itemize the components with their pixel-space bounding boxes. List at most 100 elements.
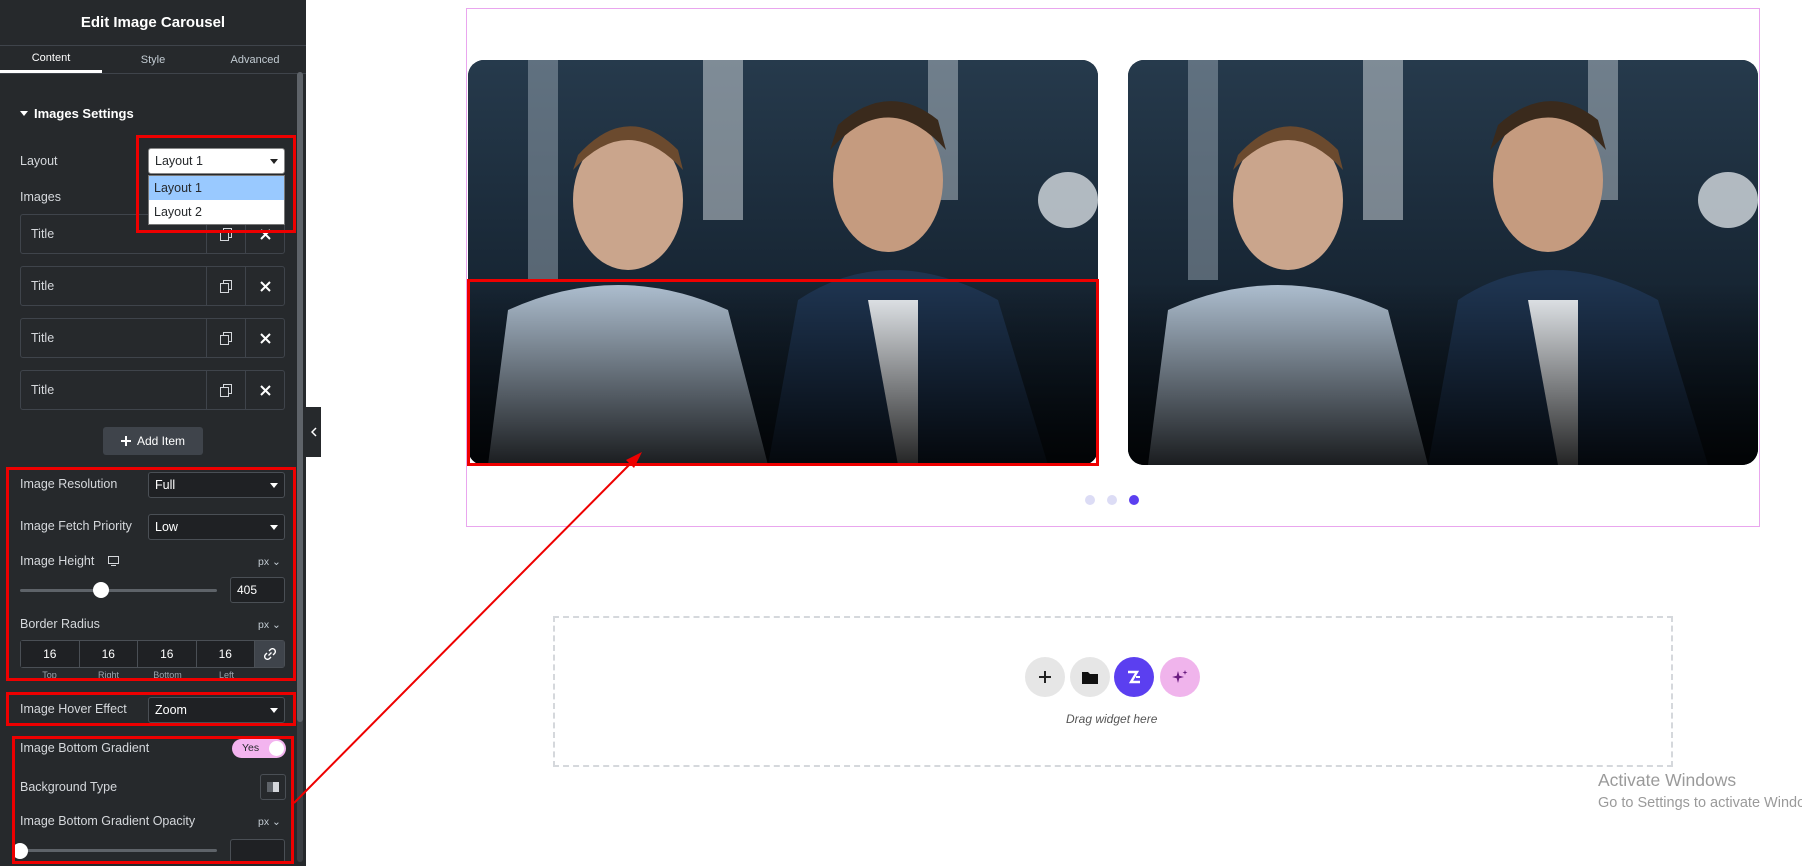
background-type-label: Background Type <box>20 780 118 794</box>
radius-side-label: Left <box>218 670 234 680</box>
repeater-item-title[interactable]: Title <box>21 371 206 409</box>
section-title: Images Settings <box>34 106 134 121</box>
addon-library-button[interactable] <box>1114 657 1154 697</box>
radius-right-input[interactable]: 16 <box>79 641 138 667</box>
radius-side-label: Top <box>42 670 57 680</box>
layout-select-value: Layout 1 <box>155 154 203 168</box>
carousel-pagination <box>1085 495 1139 505</box>
repeater-item-title[interactable]: Title <box>21 319 206 357</box>
plus-icon <box>1039 671 1051 683</box>
pagination-dot-active[interactable] <box>1129 495 1139 505</box>
chevron-left-icon <box>310 427 317 437</box>
repeater-item-title[interactable]: Title <box>21 267 206 305</box>
opacity-slider-handle[interactable] <box>12 843 28 859</box>
radius-unit: px <box>258 619 270 631</box>
opacity-unit: px <box>258 816 270 828</box>
close-icon[interactable] <box>245 319 284 357</box>
bottom-gradient-label: Image Bottom Gradient <box>20 741 150 755</box>
radius-left-input[interactable]: 16 <box>196 641 255 667</box>
add-section-button[interactable] <box>1025 657 1065 697</box>
tab-advanced[interactable]: Advanced <box>204 46 306 73</box>
section-images-settings[interactable]: Images Settings <box>20 106 134 121</box>
fetch-priority-select[interactable]: Low <box>148 514 285 540</box>
fetch-priority-label: Image Fetch Priority <box>20 519 132 533</box>
resolution-select[interactable]: Full <box>148 472 285 498</box>
scrollbar-thumb[interactable] <box>297 72 303 722</box>
duplicate-icon[interactable] <box>206 371 245 409</box>
fetch-priority-value: Low <box>155 520 178 534</box>
close-icon[interactable] <box>245 267 284 305</box>
opacity-slider[interactable] <box>20 849 217 852</box>
layout-option-1[interactable]: Layout 1 <box>149 176 284 200</box>
opacity-unit-selector[interactable]: px ⌄ <box>258 816 281 828</box>
panel-title: Edit Image Carousel <box>0 0 306 46</box>
toggle-knob <box>269 741 284 756</box>
caret-down-icon <box>20 111 28 116</box>
gradient-type-icon[interactable] <box>260 774 286 800</box>
carousel-slide[interactable] <box>1128 60 1758 465</box>
resolution-value: Full <box>155 478 176 492</box>
hover-effect-label: Image Hover Effect <box>20 702 127 716</box>
editor-panel: Edit Image Carousel Content Style Advanc… <box>0 0 306 866</box>
layout-dropdown: Layout 1 Layout 2 <box>148 175 285 225</box>
height-slider[interactable] <box>20 589 217 592</box>
add-template-button[interactable] <box>1070 657 1110 697</box>
height-unit: px <box>258 556 270 568</box>
ai-assistant-button[interactable] <box>1160 657 1200 697</box>
add-item-label: Add Item <box>136 434 186 448</box>
radius-side-labels: Top Right Bottom Left <box>20 670 256 680</box>
hover-effect-value: Zoom <box>155 703 187 717</box>
height-unit-selector[interactable]: px ⌄ <box>258 556 281 568</box>
hover-effect-select[interactable]: Zoom <box>148 697 285 723</box>
duplicate-icon[interactable] <box>206 319 245 357</box>
plus-icon <box>120 436 131 446</box>
repeater-item: Title <box>20 266 285 306</box>
editor-root: Edit Image Carousel Content Style Advanc… <box>0 0 1802 866</box>
radius-bottom-input[interactable]: 16 <box>138 641 197 667</box>
height-slider-handle[interactable] <box>92 582 109 598</box>
watermark-subtitle: Go to Settings to activate Windows. <box>1598 795 1802 811</box>
panel-tabs: Content Style Advanced <box>0 46 306 74</box>
watermark-title: Activate Windows <box>1598 770 1737 790</box>
images-label: Images <box>20 190 61 204</box>
duplicate-icon[interactable] <box>206 267 245 305</box>
height-input[interactable]: 405 <box>230 577 285 603</box>
layout-label: Layout <box>20 154 58 168</box>
radius-side-label: Bottom <box>153 670 182 680</box>
image-height-label: Image Height <box>20 554 95 568</box>
opacity-input[interactable] <box>230 839 285 863</box>
chevron-down-icon <box>270 159 278 164</box>
drop-zone-text: Drag widget here <box>1066 712 1158 726</box>
add-item-button[interactable]: Add Item <box>103 427 203 455</box>
resolution-label: Image Resolution <box>20 477 118 491</box>
tab-style[interactable]: Style <box>102 46 204 73</box>
slide-image <box>468 60 1098 465</box>
layout-select[interactable]: Layout 1 <box>148 148 285 174</box>
radius-top-input[interactable]: 16 <box>21 641 80 667</box>
tab-content[interactable]: Content <box>0 46 102 73</box>
addon-logo-icon <box>1128 670 1140 684</box>
panel-scrollbar[interactable] <box>297 72 303 862</box>
sparkle-icon <box>1172 670 1188 683</box>
chevron-down-icon <box>270 483 278 488</box>
chevron-down-icon <box>270 708 278 713</box>
collapse-panel-button[interactable] <box>306 407 321 457</box>
desktop-icon[interactable] <box>108 556 120 566</box>
radius-unit-selector[interactable]: px ⌄ <box>258 619 281 631</box>
image-height-row: Image Height <box>20 554 120 568</box>
border-radius-inputs: 16 16 16 16 <box>20 640 285 668</box>
repeater-item: Title <box>20 318 285 358</box>
pagination-dot[interactable] <box>1107 495 1117 505</box>
drop-zone[interactable] <box>553 616 1673 767</box>
carousel-slide[interactable] <box>468 60 1098 465</box>
layout-option-2[interactable]: Layout 2 <box>149 200 284 224</box>
slide-image <box>1128 60 1758 465</box>
repeater-item: Title <box>20 370 285 410</box>
pagination-dot[interactable] <box>1085 495 1095 505</box>
link-icon[interactable] <box>255 641 284 667</box>
close-icon[interactable] <box>245 371 284 409</box>
bottom-gradient-toggle[interactable]: Yes <box>232 739 286 758</box>
toggle-text: Yes <box>242 742 260 754</box>
windows-activation-watermark: Activate Windows Go to Settings to activ… <box>1598 770 1802 811</box>
border-radius-label: Border Radius <box>20 617 100 631</box>
